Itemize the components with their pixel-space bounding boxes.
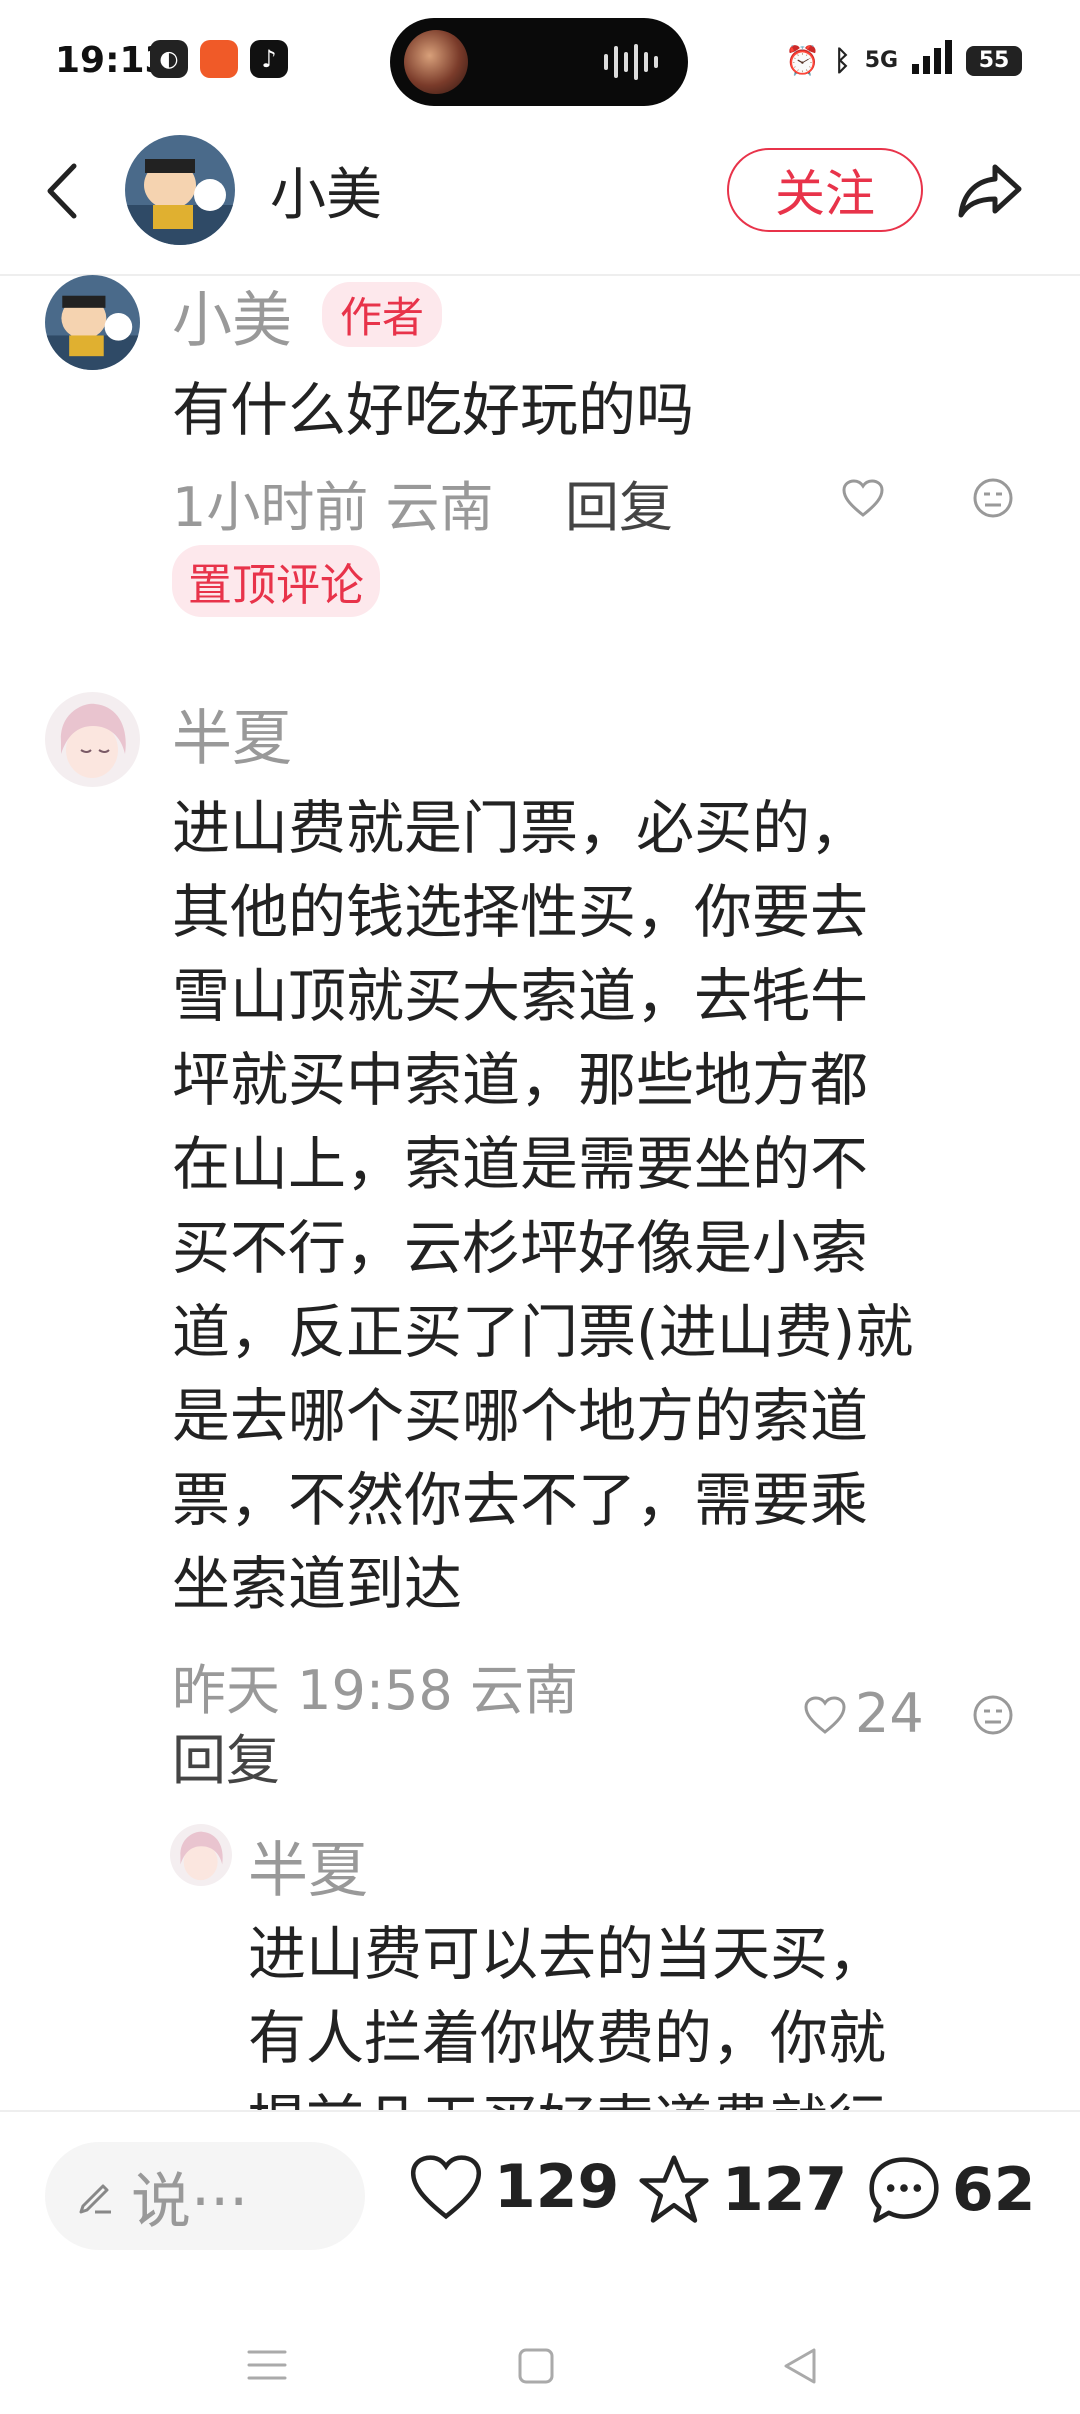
like-count: 24 xyxy=(855,1682,924,1745)
comment-line: 坐索道到达 xyxy=(172,1550,463,1618)
chevron-left-icon xyxy=(47,163,77,219)
comment-line: 其他的钱选择性买，你要去 xyxy=(172,878,869,946)
back-triangle-icon xyxy=(784,2348,816,2384)
heart-icon xyxy=(842,479,884,517)
favorite-count: 127 xyxy=(722,2155,848,2225)
star-icon xyxy=(639,2155,709,2223)
comment-count-button[interactable]: 62 xyxy=(866,2152,1036,2228)
back-button[interactable] xyxy=(38,158,88,224)
comment-line: 坪就买中索道，那些地方都 xyxy=(172,1046,869,1114)
favorite-button[interactable]: 127 xyxy=(636,2152,847,2228)
dynamic-island[interactable] xyxy=(390,18,688,106)
comment-avatar[interactable] xyxy=(45,692,140,787)
home-nav-button[interactable] xyxy=(516,2346,556,2390)
bluetooth-icon: ᛒ xyxy=(833,44,851,77)
reply-author-name[interactable]: 半夏 xyxy=(248,1822,368,1909)
wechat-icon: ◐ xyxy=(150,40,188,78)
pinned-comment-badge: 置顶评论 xyxy=(172,545,380,617)
network-label: 5G xyxy=(864,48,899,73)
author-avatar[interactable] xyxy=(125,135,235,245)
meh-face-icon xyxy=(973,478,1013,518)
menu-icon xyxy=(247,2350,287,2380)
share-button[interactable] xyxy=(955,155,1025,225)
comment-line: 道，反正买了门票(进山费)就 xyxy=(172,1298,914,1366)
comment-line: 买不行，云杉坪好像是小索 xyxy=(172,1214,869,1282)
reply-line: 有人拦着你收费的，你就 xyxy=(248,2004,887,2072)
comment-author-name[interactable]: 半夏 xyxy=(172,690,292,777)
comment-time-location: 昨天 19:58 云南 xyxy=(172,1659,578,1722)
comment-line: 在山上，索道是需要坐的不 xyxy=(172,1130,869,1198)
like-button[interactable] xyxy=(800,1690,850,1740)
comment-text[interactable]: 进山费就是门票，必买的， 其他的钱选择性买，你要去 雪山顶就买大索道，去牦牛 坪… xyxy=(172,786,913,1626)
reply-avatar[interactable] xyxy=(170,1824,232,1886)
like-button[interactable] xyxy=(838,473,888,523)
reply-button[interactable]: 回复 xyxy=(565,463,673,542)
meh-face-icon xyxy=(973,1695,1013,1735)
tiktok-icon: ♪ xyxy=(250,40,288,78)
heart-icon xyxy=(804,1696,846,1734)
author-name[interactable]: 小美 xyxy=(270,150,382,231)
dislike-button[interactable] xyxy=(968,1690,1018,1740)
battery-icon: 55 xyxy=(966,45,1023,76)
app-icon-orange xyxy=(200,40,238,78)
reply-line: 进山费可以去的当天买， xyxy=(248,1920,887,1988)
signal-icon xyxy=(912,40,953,81)
battery-level: 55 xyxy=(978,48,1010,73)
chat-bubble-icon xyxy=(869,2157,939,2223)
home-square-icon xyxy=(518,2348,554,2384)
pencil-icon xyxy=(79,2184,111,2214)
author-badge: 作者 xyxy=(322,282,443,347)
status-right: ⏰ ᛒ 5G 55 xyxy=(785,40,1023,81)
comment-line: 票，不然你去不了，需要乘 xyxy=(172,1466,869,1534)
music-cover-icon xyxy=(404,30,468,94)
comment-author-name[interactable]: 小美 xyxy=(172,272,292,359)
comment-input-placeholder: 说··· xyxy=(131,2166,249,2237)
header-divider xyxy=(0,274,1080,276)
audio-wave-icon xyxy=(602,42,662,91)
menu-nav-button[interactable] xyxy=(245,2348,289,2386)
follow-button[interactable]: 关注 xyxy=(727,148,923,232)
comment-line: 进山费就是门票，必买的， xyxy=(172,794,869,862)
comment-line: 雪山顶就买大索道，去牦牛 xyxy=(172,962,869,1030)
share-icon xyxy=(958,164,1022,218)
comment-input[interactable]: 说··· xyxy=(45,2142,365,2250)
comment-text[interactable]: 有什么好吃好玩的吗 xyxy=(172,368,694,452)
dislike-button[interactable] xyxy=(968,473,1018,523)
comment-line: 是去哪个买哪个地方的索道 xyxy=(172,1382,869,1450)
bottom-action-bar: 说··· 129 127 62 xyxy=(0,2110,1080,2414)
comment-time-location: 1小时前 云南 xyxy=(172,476,494,539)
like-count: 129 xyxy=(494,2152,620,2222)
like-post-button[interactable]: 129 xyxy=(408,2152,619,2222)
reply-button[interactable]: 回复 xyxy=(172,1716,280,1795)
alarm-icon: ⏰ xyxy=(785,44,820,77)
comment-count: 62 xyxy=(952,2155,1036,2225)
heart-icon xyxy=(410,2155,482,2220)
system-nav-bar xyxy=(0,2312,1080,2412)
status-app-icons: ◐ ♪ xyxy=(150,40,288,78)
back-nav-button[interactable] xyxy=(780,2346,820,2390)
comment-avatar[interactable] xyxy=(45,275,140,370)
